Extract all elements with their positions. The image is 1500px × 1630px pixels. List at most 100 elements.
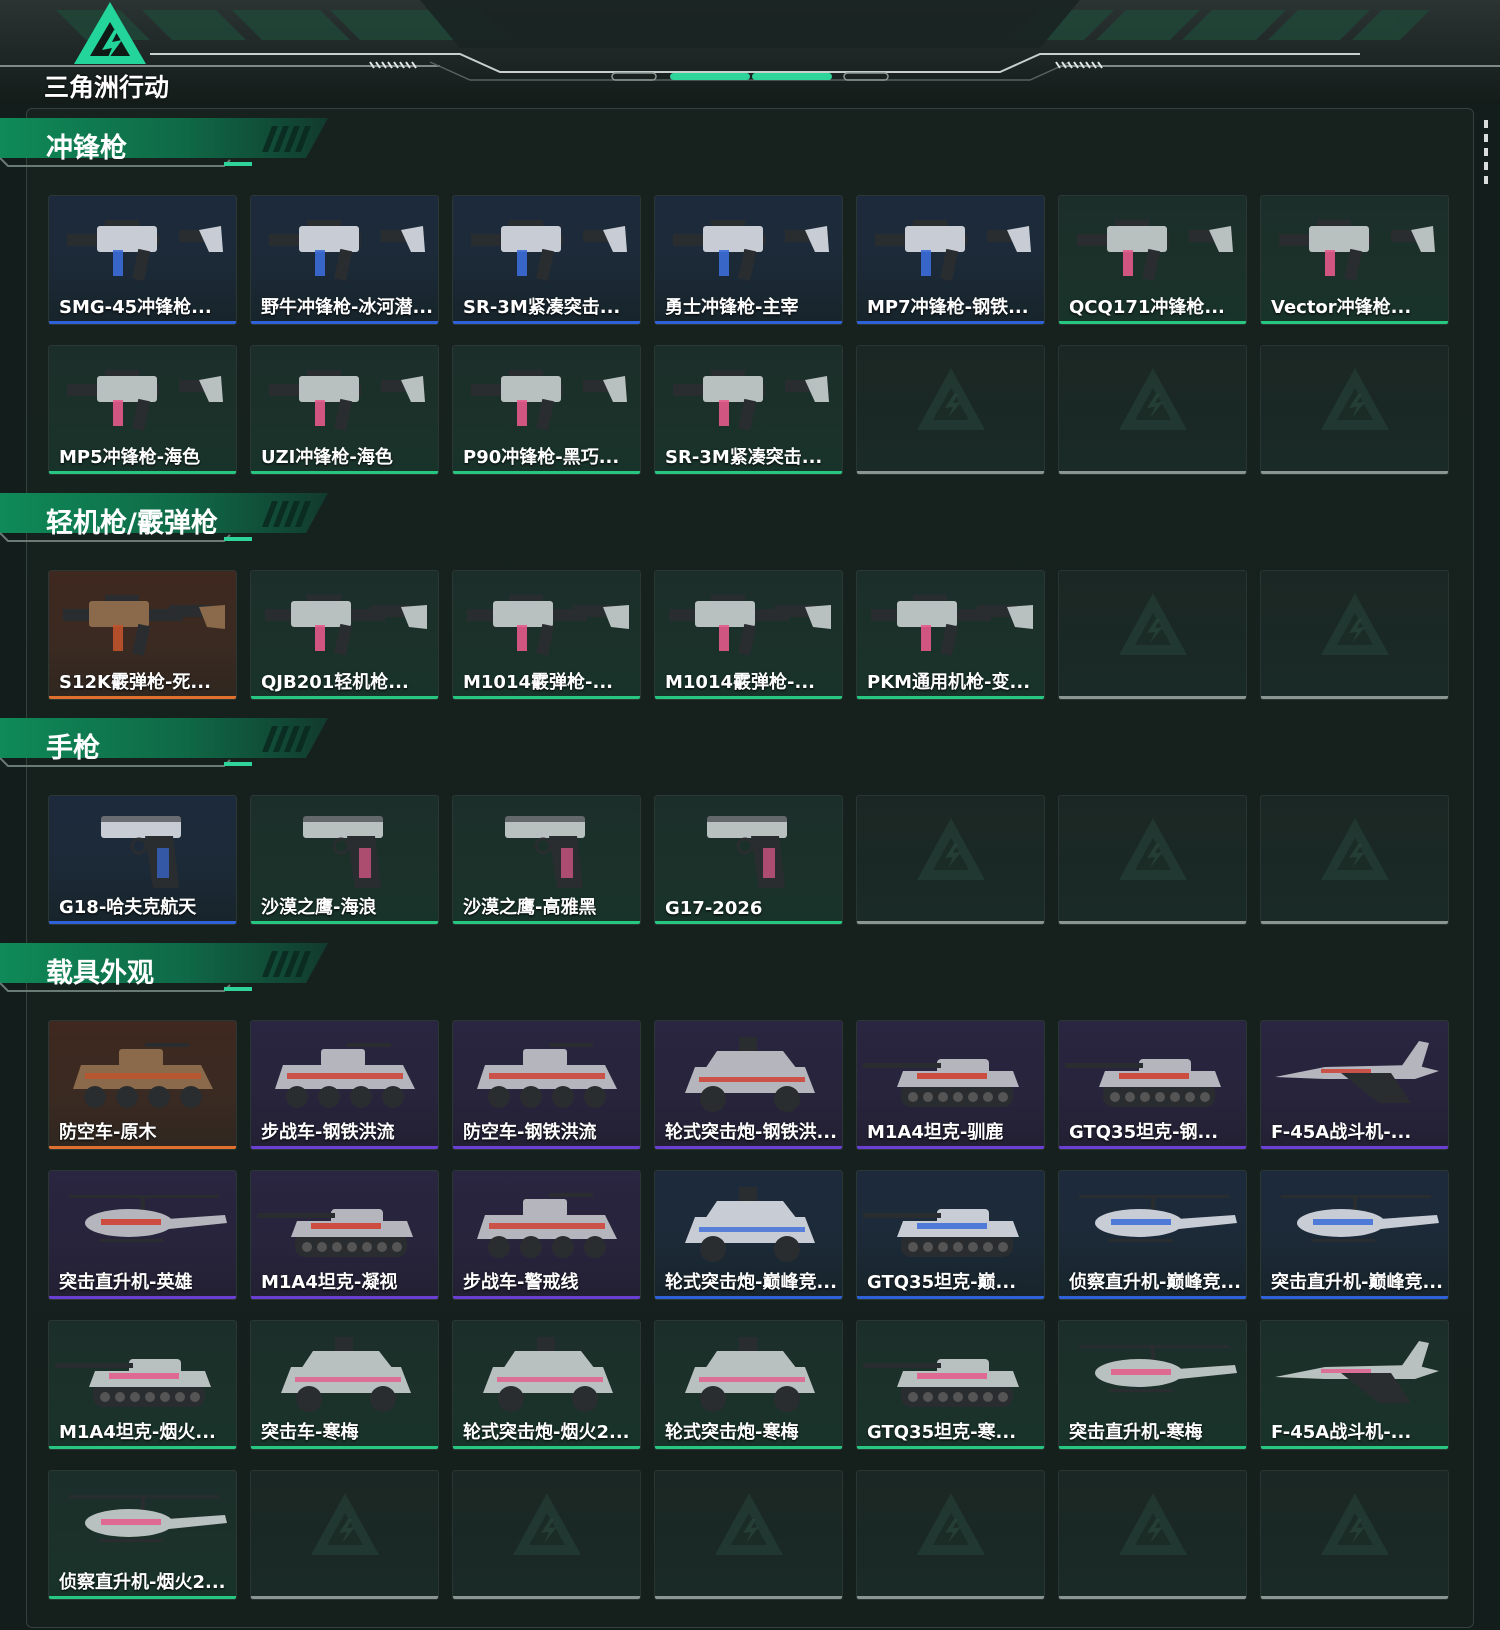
skin-name: 步战车-钢铁洪流: [261, 1122, 395, 1143]
scrollbar[interactable]: [1479, 112, 1493, 212]
skin-name: GTQ35坦克-巅...: [867, 1272, 1017, 1293]
rarity-bar: [251, 321, 438, 324]
skin-name: 勇士冲锋枪-主宰: [665, 297, 799, 318]
shotgun-icon: [669, 595, 831, 656]
skin-card[interactable]: MP7冲锋枪-钢铁...: [856, 195, 1045, 325]
skin-card[interactable]: 轮式突击炮-钢铁洪...: [654, 1020, 843, 1150]
skin-card[interactable]: G18-哈夫克航天: [48, 795, 237, 925]
skin-card[interactable]: F-45A战斗机-...: [1260, 1020, 1449, 1150]
empty-slot-icon: [311, 1493, 379, 1555]
skin-card[interactable]: Vector冲锋枪...: [1260, 195, 1449, 325]
armored-car-icon: [281, 1337, 411, 1412]
skin-card[interactable]: 轮式突击炮-巅峰竞...: [654, 1170, 843, 1300]
smg-icon: [1279, 220, 1435, 281]
skin-card[interactable]: 沙漠之鹰-海浪: [250, 795, 439, 925]
skin-name: 侦察直升机-烟火2...: [59, 1572, 226, 1593]
skin-name: 轮式突击炮-寒梅: [665, 1422, 799, 1443]
skin-card[interactable]: 勇士冲锋枪-主宰: [654, 195, 843, 325]
rarity-bar: [857, 696, 1044, 699]
rarity-bar: [453, 921, 640, 924]
skin-name: F-45A战斗机-...: [1271, 1422, 1412, 1443]
skin-card[interactable]: GTQ35坦克-钢...: [1058, 1020, 1247, 1150]
tank-icon: [1065, 1059, 1221, 1107]
skin-card[interactable]: GTQ35坦克-巅...: [856, 1170, 1045, 1300]
rarity-bar: [1261, 471, 1448, 474]
skin-card[interactable]: 突击直升机-英雄: [48, 1170, 237, 1300]
skin-card[interactable]: 突击车-寒梅: [250, 1320, 439, 1450]
empty-slot-icon: [1119, 818, 1187, 880]
pistol-icon: [303, 816, 383, 888]
skin-card[interactable]: 沙漠之鹰-高雅黑: [452, 795, 641, 925]
empty-slot-icon: [917, 818, 985, 880]
skin-card[interactable]: S12K霰弹枪-死...: [48, 570, 237, 700]
skin-card[interactable]: G17-2026: [654, 795, 843, 925]
skin-card[interactable]: 防空车-钢铁洪流: [452, 1020, 641, 1150]
apc-icon: [477, 1193, 617, 1258]
skin-card[interactable]: SR-3M紧凑突击...: [452, 195, 641, 325]
skin-card[interactable]: 侦察直升机-巅峰竞...: [1058, 1170, 1247, 1300]
skin-card[interactable]: 突击直升机-寒梅: [1058, 1320, 1247, 1450]
skin-card[interactable]: SMG-45冲锋枪...: [48, 195, 237, 325]
skin-card[interactable]: M1014霰弹枪-...: [452, 570, 641, 700]
tank-icon: [863, 1359, 1019, 1407]
skin-name: 野牛冲锋枪-冰河潜...: [261, 297, 433, 318]
skin-card[interactable]: 侦察直升机-烟火2...: [48, 1470, 237, 1600]
empty-slot: [856, 345, 1045, 475]
skin-card[interactable]: 野牛冲锋枪-冰河潜...: [250, 195, 439, 325]
skin-name: 步战车-警戒线: [463, 1272, 579, 1293]
skin-card[interactable]: P90冲锋枪-黑巧...: [452, 345, 641, 475]
skin-name: S12K霰弹枪-死...: [59, 672, 211, 693]
rarity-bar: [1261, 1146, 1448, 1149]
empty-slot: [1058, 795, 1247, 925]
empty-slot: [250, 1470, 439, 1600]
skin-card[interactable]: M1A4坦克-驯鹿: [856, 1020, 1045, 1150]
smg-icon: [471, 370, 627, 431]
skin-card[interactable]: M1014霰弹枪-...: [654, 570, 843, 700]
skin-card[interactable]: 步战车-警戒线: [452, 1170, 641, 1300]
skin-card[interactable]: QJB201轻机枪...: [250, 570, 439, 700]
rarity-bar: [857, 1596, 1044, 1599]
empty-slot-icon: [715, 1493, 783, 1555]
rarity-bar: [857, 921, 1044, 924]
rarity-bar: [655, 1446, 842, 1449]
rarity-bar: [453, 1446, 640, 1449]
rarity-bar: [453, 696, 640, 699]
skin-name: P90冲锋枪-黑巧...: [463, 447, 620, 468]
empty-slot: [1058, 1470, 1247, 1600]
skin-card[interactable]: PKM通用机枪-变...: [856, 570, 1045, 700]
skin-card[interactable]: GTQ35坦克-寒...: [856, 1320, 1045, 1450]
skin-card[interactable]: M1A4坦克-凝视: [250, 1170, 439, 1300]
section-title-text: 载具外观: [46, 958, 154, 989]
rarity-bar: [453, 321, 640, 324]
rarity-bar: [49, 321, 236, 324]
smg-icon: [269, 370, 425, 431]
skin-card[interactable]: 轮式突击炮-烟火2...: [452, 1320, 641, 1450]
skin-card[interactable]: SR-3M紧凑突击...: [654, 345, 843, 475]
skin-card[interactable]: 步战车-钢铁洪流: [250, 1020, 439, 1150]
empty-slot-icon: [1321, 368, 1389, 430]
rarity-bar: [1059, 921, 1246, 924]
apc-icon: [477, 1043, 617, 1108]
empty-slot: [856, 795, 1045, 925]
rarity-bar: [857, 321, 1044, 324]
skin-card[interactable]: QCQ171冲锋枪...: [1058, 195, 1247, 325]
skin-name: UZI冲锋枪-海色: [261, 447, 393, 468]
skin-card[interactable]: M1A4坦克-烟火...: [48, 1320, 237, 1450]
skin-card[interactable]: 防空车-原木: [48, 1020, 237, 1150]
armored-car-icon: [685, 1337, 815, 1412]
rarity-bar: [251, 471, 438, 474]
empty-slot: [654, 1470, 843, 1600]
skin-card[interactable]: F-45A战斗机-...: [1260, 1320, 1449, 1450]
skin-card[interactable]: MP5冲锋枪-海色: [48, 345, 237, 475]
rarity-bar: [655, 1146, 842, 1149]
skin-card[interactable]: 轮式突击炮-寒梅: [654, 1320, 843, 1450]
skin-name: M1014霰弹枪-...: [463, 672, 613, 693]
skin-card[interactable]: 突击直升机-巅峰竞...: [1260, 1170, 1449, 1300]
rarity-bar: [857, 1446, 1044, 1449]
empty-slot: [1260, 795, 1449, 925]
skin-name: 轮式突击炮-烟火2...: [463, 1422, 630, 1443]
skin-name: GTQ35坦克-寒...: [867, 1422, 1017, 1443]
skin-card[interactable]: UZI冲锋枪-海色: [250, 345, 439, 475]
section-title-text: 冲锋枪: [46, 133, 127, 164]
rarity-bar: [655, 1596, 842, 1599]
